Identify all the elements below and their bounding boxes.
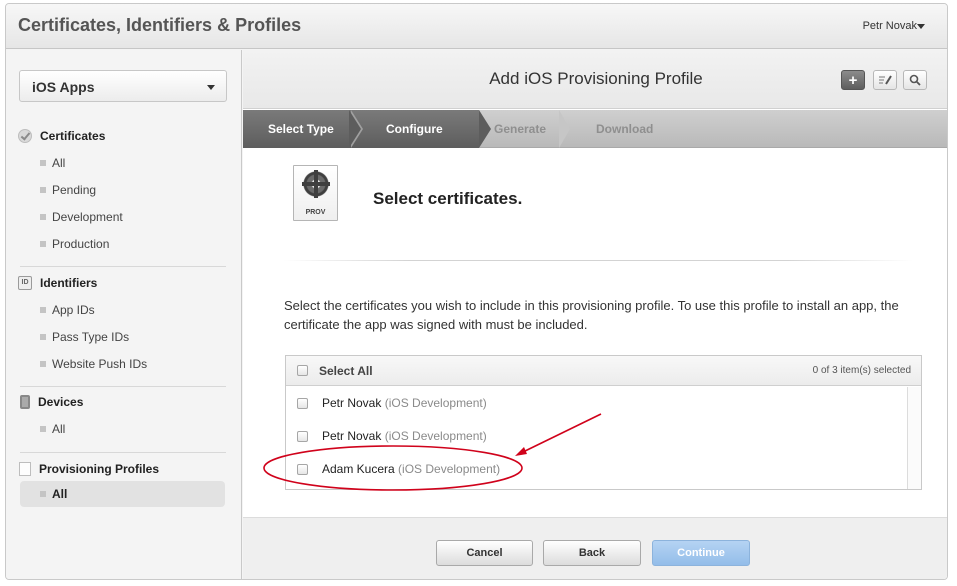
bullet-icon — [40, 307, 46, 313]
select-all-checkbox[interactable] — [297, 365, 308, 376]
sidebar-item-label: All — [52, 487, 68, 501]
gear-icon — [302, 170, 330, 198]
sidebar-section-certificates[interactable]: Certificates — [18, 127, 105, 145]
edit-button[interactable] — [873, 70, 897, 90]
bullet-icon — [40, 214, 46, 220]
certificate-owner: Petr Novak — [322, 429, 382, 443]
sidebar-item-website-push-ids[interactable]: Website Push IDs — [40, 355, 147, 373]
sidebar-item-label: Pass Type IDs — [52, 330, 130, 344]
page-header: Add iOS Provisioning Profile + — [243, 50, 947, 109]
sidebar-item-profiles-all[interactable]: All — [20, 481, 225, 507]
certificate-list-header: Select All 0 of 3 item(s) selected — [286, 356, 921, 386]
cancel-button[interactable]: Cancel — [436, 540, 533, 566]
sidebar-section-label: Provisioning Profiles — [39, 462, 160, 476]
sidebar-section-label: Devices — [38, 395, 84, 409]
certificate-icon — [18, 129, 32, 143]
certificate-list: Select All 0 of 3 item(s) selected Petr … — [285, 355, 922, 490]
wizard-step-download: Download — [596, 122, 654, 136]
sidebar-item-app-ids[interactable]: App IDs — [40, 301, 95, 319]
device-icon — [20, 395, 30, 409]
sidebar-item-certificates-all[interactable]: All — [40, 154, 65, 172]
certificate-checkbox[interactable] — [297, 431, 308, 442]
wizard-step-select-type: Select Type — [268, 122, 334, 136]
chevron-down-icon — [207, 85, 215, 90]
platform-select-value: iOS Apps — [32, 79, 95, 95]
certificate-label: Petr Novak (iOS Development) — [322, 396, 487, 410]
sidebar-item-label: All — [52, 422, 66, 436]
sidebar-section-label: Identifiers — [40, 276, 98, 290]
certificate-row[interactable]: Petr Novak (iOS Development) — [286, 387, 908, 420]
wizard-step-configure: Configure — [386, 122, 443, 136]
sidebar-section-devices[interactable]: Devices — [18, 393, 83, 411]
certificate-type: (iOS Development) — [384, 429, 487, 443]
footer-actions: Cancel Back Continue — [243, 517, 947, 579]
bullet-icon — [40, 491, 46, 497]
search-button[interactable] — [903, 70, 927, 90]
id-badge-icon: ID — [18, 276, 32, 290]
sidebar-section-provisioning-profiles[interactable]: Provisioning Profiles — [18, 460, 159, 478]
continue-button[interactable]: Continue — [652, 540, 750, 566]
certificate-owner: Petr Novak — [322, 396, 382, 410]
user-menu[interactable]: Petr Novak — [863, 20, 917, 32]
description-text: Select the certificates you wish to incl… — [284, 298, 899, 332]
sidebar-item-label: Pending — [52, 183, 97, 197]
bullet-icon — [40, 361, 46, 367]
certificate-row[interactable]: Petr Novak (iOS Development) — [286, 420, 908, 453]
bullet-icon — [40, 160, 46, 166]
edit-icon — [879, 75, 892, 85]
sidebar-item-label: Production — [52, 237, 110, 251]
wizard-separator — [479, 110, 491, 148]
bullet-icon — [40, 241, 46, 247]
chevron-down-icon[interactable] — [917, 24, 925, 29]
wizard-separator — [559, 110, 570, 148]
sidebar-item-certificates-pending[interactable]: Pending — [40, 181, 96, 199]
sidebar: iOS Apps Certificates All Pending Develo… — [6, 50, 242, 579]
top-bar: Certificates, Identifiers & Profiles Pet… — [6, 4, 947, 49]
platform-select[interactable]: iOS Apps — [19, 70, 227, 102]
sidebar-item-pass-type-ids[interactable]: Pass Type IDs — [40, 328, 129, 346]
plus-icon: + — [848, 71, 858, 89]
sidebar-item-label: Development — [52, 210, 123, 224]
sidebar-item-certificates-production[interactable]: Production — [40, 235, 109, 253]
wizard-separator — [349, 110, 361, 148]
certificate-label: Adam Kucera (iOS Development) — [322, 462, 500, 476]
sidebar-divider — [20, 452, 226, 453]
main-panel: Add iOS Provisioning Profile + Select Ty… — [243, 50, 947, 579]
certificate-checkbox[interactable] — [297, 398, 308, 409]
wizard-step-generate: Generate — [494, 122, 547, 136]
certificate-owner: Adam Kucera — [322, 462, 395, 476]
certificate-row[interactable]: Adam Kucera (iOS Development) — [286, 453, 908, 486]
sidebar-divider — [20, 386, 226, 387]
search-icon — [909, 74, 921, 86]
selection-count: 0 of 3 item(s) selected — [812, 365, 911, 376]
certificate-type: (iOS Development) — [384, 396, 487, 410]
section-heading: Select certificates. — [373, 189, 523, 208]
provisioning-icon-label: PROV — [305, 209, 326, 216]
sidebar-item-label: Website Push IDs — [52, 357, 148, 371]
bullet-icon — [40, 334, 46, 340]
add-button[interactable]: + — [841, 70, 865, 90]
back-button[interactable]: Back — [543, 540, 641, 566]
list-scrollbar[interactable] — [907, 387, 921, 489]
sidebar-divider — [20, 266, 226, 267]
select-all-label[interactable]: Select All — [319, 364, 373, 378]
profile-document-icon — [19, 462, 31, 476]
app-window: Certificates, Identifiers & Profiles Pet… — [5, 3, 948, 580]
divider — [283, 260, 913, 261]
sidebar-item-label: App IDs — [52, 303, 95, 317]
content-area: PROV Select certificates. Select the cer… — [243, 149, 947, 517]
provisioning-profile-icon: PROV — [293, 165, 338, 221]
certificate-type: (iOS Development) — [398, 462, 501, 476]
sidebar-item-devices-all[interactable]: All — [40, 420, 65, 438]
sidebar-section-identifiers[interactable]: ID Identifiers — [18, 274, 97, 292]
sidebar-section-label: Certificates — [40, 129, 106, 143]
bullet-icon — [40, 187, 46, 193]
wizard-steps: Select Type Configure Generate Download — [243, 110, 947, 148]
bullet-icon — [40, 426, 46, 432]
site-title: Certificates, Identifiers & Profiles — [18, 15, 302, 35]
certificate-label: Petr Novak (iOS Development) — [322, 429, 487, 443]
certificate-checkbox[interactable] — [297, 464, 308, 475]
sidebar-item-label: All — [52, 156, 66, 170]
sidebar-item-certificates-development[interactable]: Development — [40, 208, 123, 226]
